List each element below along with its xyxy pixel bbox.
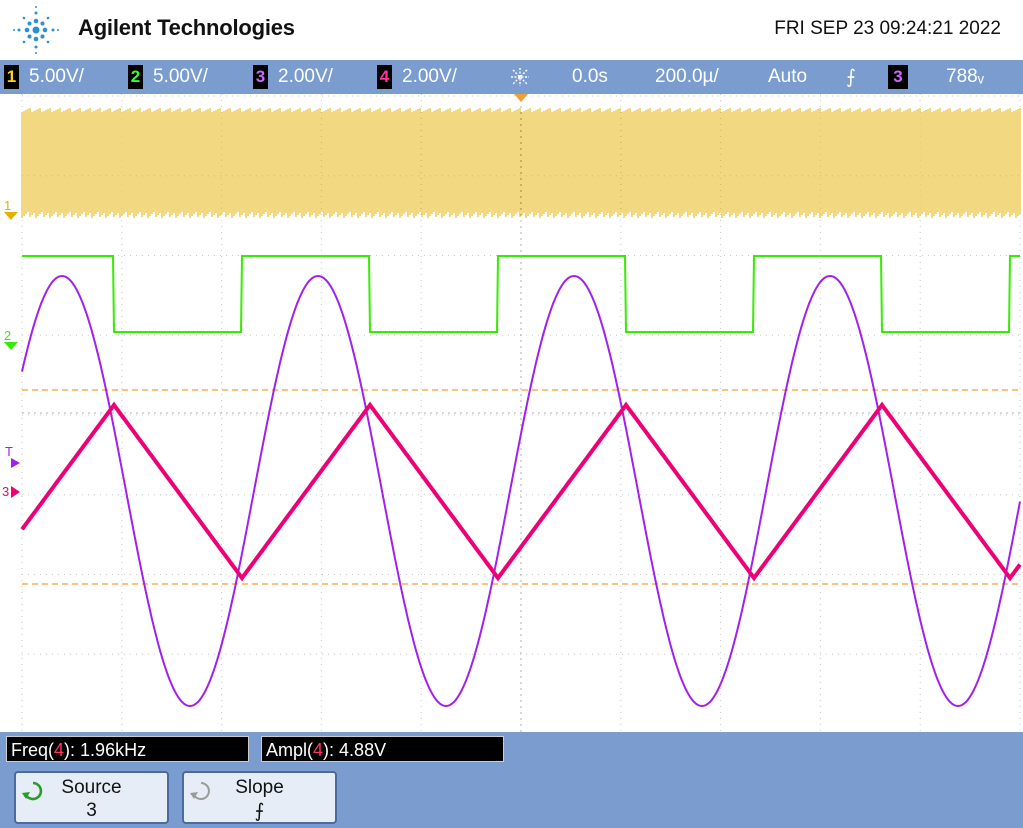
measurement-frequency-channel: 4 bbox=[54, 740, 65, 760]
channel-1-scale[interactable]: 1 5.00V/ bbox=[4, 60, 84, 94]
source-softkey-label: Source bbox=[61, 777, 122, 798]
channel-3-4-marker: 3 bbox=[2, 484, 9, 499]
measurement-frequency-value: 1.96kHz bbox=[80, 740, 147, 760]
agilent-spark-logo-icon bbox=[13, 6, 59, 54]
measurement-frequency-label-end: ): bbox=[64, 740, 76, 760]
trigger-level-marker: T bbox=[5, 444, 13, 459]
channel-1-marker: 1 bbox=[4, 198, 11, 213]
trigger-mode[interactable]: Auto bbox=[768, 60, 807, 94]
measurement-frequency-label: Freq( bbox=[11, 740, 55, 760]
date-time: FRI SEP 23 09:24:21 2022 bbox=[774, 18, 1001, 39]
trigger-slope-indicator: ⨍ bbox=[846, 66, 856, 88]
trigger-level[interactable]: 788ᵥ bbox=[946, 60, 984, 94]
channel-3-4-ground-icon bbox=[11, 486, 20, 498]
slope-softkey[interactable]: Slope ⨍ bbox=[182, 771, 337, 824]
channel-1-badge: 1 bbox=[4, 65, 19, 89]
trigger-source[interactable]: 3 bbox=[888, 60, 918, 94]
measurement-amplitude[interactable]: Ampl(4): 4.88V bbox=[261, 736, 504, 762]
slope-softkey-label: Slope bbox=[235, 777, 284, 798]
channel-4-scale[interactable]: 4 2.00V/ bbox=[377, 60, 457, 94]
waveform-canvas: 1 2 T 3 bbox=[2, 94, 1022, 732]
channel-3-scale-value: 2.00V/ bbox=[278, 66, 333, 87]
channel-3-badge: 3 bbox=[253, 65, 268, 89]
channel-2-ground-icon bbox=[4, 342, 18, 350]
channel-2-scale-value: 5.00V/ bbox=[153, 66, 208, 87]
measurement-amplitude-label-end: ): bbox=[323, 740, 335, 760]
horizontal-delay[interactable]: 0.0s bbox=[572, 60, 608, 94]
measurement-amplitude-label: Ampl( bbox=[266, 740, 314, 760]
brand-name: Agilent Technologies bbox=[78, 15, 295, 40]
channel-2-marker: 2 bbox=[4, 328, 11, 343]
trigger-position-marker bbox=[514, 94, 528, 102]
channel-4-scale-value: 2.00V/ bbox=[402, 66, 457, 87]
trigger-source-badge: 3 bbox=[888, 65, 908, 89]
channel-1-scale-value: 5.00V/ bbox=[29, 66, 84, 87]
source-softkey[interactable]: Source 3 bbox=[14, 771, 169, 824]
measurement-frequency[interactable]: Freq(4): 1.96kHz bbox=[6, 736, 249, 762]
title-bar: Agilent Technologies FRI SEP 23 09:24:21… bbox=[0, 0, 1023, 60]
channel-1-ground-icon bbox=[4, 212, 18, 220]
channel-2-scale[interactable]: 2 5.00V/ bbox=[128, 60, 208, 94]
trigger-position-icon[interactable] bbox=[510, 60, 530, 94]
timebase[interactable]: 200.0µ/ bbox=[655, 60, 719, 94]
measurement-amplitude-value: 4.88V bbox=[339, 740, 387, 760]
status-bar: 1 5.00V/ 2 5.00V/ 3 2.00V/ 4 2.00V/ 0.0s… bbox=[0, 60, 1023, 94]
source-softkey-value: 3 bbox=[86, 800, 97, 821]
trigger-position-icon-glyph bbox=[511, 68, 529, 86]
channel-2-badge: 2 bbox=[128, 65, 143, 89]
measurement-amplitude-channel: 4 bbox=[313, 740, 324, 760]
measurement-bar: Freq(4): 1.96kHz Ampl(4): 4.88V bbox=[0, 732, 1023, 768]
trigger-level-icon bbox=[11, 458, 20, 468]
channel-3-scale[interactable]: 3 2.00V/ bbox=[253, 60, 333, 94]
slope-softkey-value: ⨍ bbox=[254, 801, 265, 822]
softkey-bar: Source 3 Slope ⨍ bbox=[0, 768, 1023, 828]
waveform-display[interactable]: 1 2 T 3 bbox=[0, 94, 1023, 732]
channel-4-badge: 4 bbox=[377, 65, 392, 89]
